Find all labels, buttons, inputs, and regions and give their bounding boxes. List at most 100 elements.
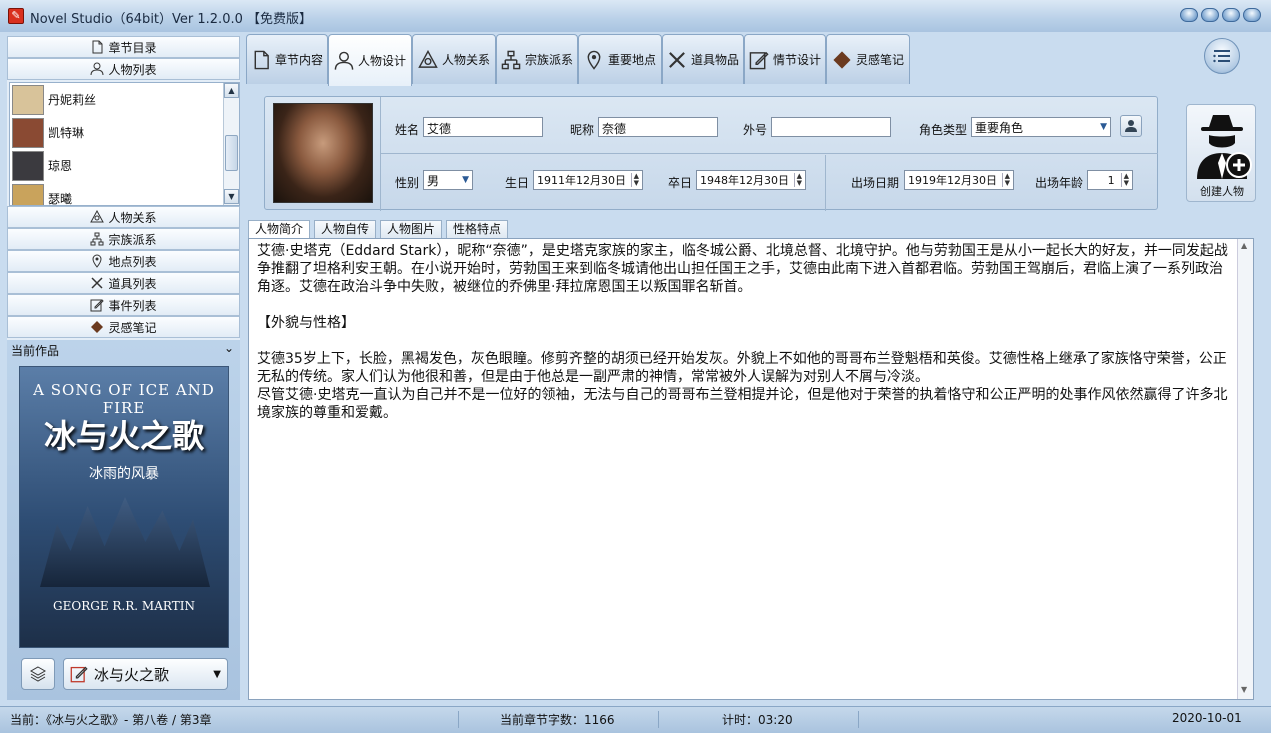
death-date-picker[interactable]: 1948年12月30日 ▲ ▼ (696, 170, 806, 190)
title-bar: ✎ Novel Studio（64bit）Ver 1.2.0.0 【免费版】 (0, 0, 1271, 32)
role-type-label: 角色类型 (919, 123, 968, 137)
scroll-up-icon[interactable]: ▲ (1241, 241, 1247, 250)
person-icon (334, 51, 354, 70)
scroll-thumb[interactable] (225, 135, 238, 171)
spinner-icon[interactable]: ▲ ▼ (1001, 173, 1010, 187)
location-pin-icon (587, 50, 601, 70)
book-cover: A SONG OF ICE AND FIRE 冰与火之歌 冰雨的风暴 GEORG… (19, 366, 229, 648)
list-item[interactable]: 瑟曦 (10, 182, 239, 205)
sidebar-item-locations[interactable]: 地点列表 (7, 250, 240, 272)
tab-relations[interactable]: 人物关系 (412, 34, 496, 84)
subtab-pictures[interactable]: 人物图片 (380, 220, 443, 239)
tab-locations[interactable]: 重要地点 (578, 34, 662, 84)
divider (458, 711, 459, 728)
content-editor[interactable]: 艾德·史塔克（Eddard Stark），昵称“奈德”，是史塔克家族的家主，临冬… (248, 238, 1254, 700)
gender-select[interactable]: 男 ▼ (423, 170, 473, 190)
menu-button[interactable] (1204, 38, 1240, 74)
subtab-autobiography[interactable]: 人物自传 (314, 220, 377, 239)
layers-button[interactable] (21, 658, 55, 690)
current-work-panel: 当前作品 ⌄ A SONG OF ICE AND FIRE 冰与火之歌 冰雨的风… (7, 340, 240, 700)
gender-value: 男 (427, 173, 440, 188)
sidebar-item-chapters[interactable]: 章节目录 (7, 36, 240, 58)
appear-date-picker[interactable]: 1919年12月30日 ▲ ▼ (904, 170, 1014, 190)
app-logo-icon: ✎ (8, 8, 24, 24)
crossed-swords-icon (669, 51, 685, 68)
work-select[interactable]: 冰与火之歌 ▼ (63, 658, 228, 690)
nickname-label: 昵称 (570, 123, 595, 137)
avatar (12, 150, 44, 181)
sidebar-item-label: 宗族派系 (108, 232, 157, 247)
select-person-button[interactable] (1120, 115, 1142, 137)
tab-label: 重要地点 (607, 53, 656, 67)
list-item[interactable]: 丹妮莉丝 (10, 83, 239, 116)
divider (380, 97, 381, 211)
sidebar-item-label: 事件列表 (108, 298, 157, 313)
crossed-swords-icon (91, 277, 104, 289)
appear-age-spinner[interactable]: 1 ▲ ▼ (1087, 170, 1133, 190)
cover-castle-image (40, 497, 210, 587)
birth-label: 生日 (505, 176, 530, 190)
dropdown-arrow-icon: ▼ (462, 175, 469, 185)
subtab-profile[interactable]: 人物简介 (248, 220, 311, 239)
divider (380, 153, 1158, 154)
alias-input[interactable] (771, 117, 891, 137)
character-list[interactable]: 丹妮莉丝 凯特琳 琼恩 瑟曦 ▲ ▼ (9, 82, 240, 206)
gender-label: 性别 (395, 176, 420, 190)
maximize-button[interactable] (1222, 8, 1240, 22)
sidebar-item-relations[interactable]: 人物关系 (7, 206, 240, 228)
list-item[interactable]: 琼恩 (10, 149, 239, 182)
sidebar-item-events[interactable]: 事件列表 (7, 294, 240, 316)
sidebar-item-label: 章节目录 (108, 40, 157, 55)
list-menu-icon (1213, 50, 1230, 63)
spy-add-user-icon (1197, 115, 1252, 179)
character-name: 凯特琳 (48, 126, 85, 140)
appear-date-label: 出场日期 (851, 176, 900, 190)
tab-items[interactable]: 道具物品 (662, 34, 744, 84)
create-character-button[interactable]: 创建人物 (1186, 104, 1256, 202)
nickname-input[interactable]: 奈德 (598, 117, 718, 137)
name-input[interactable]: 艾德 (423, 117, 543, 137)
dropdown-arrow-icon: ▼ (213, 668, 221, 680)
birth-date-picker[interactable]: 1911年12月30日 ▲ ▼ (533, 170, 643, 190)
content-paragraph: 艾德35岁上下，长脸，黑褐发色，灰色眼瞳。修剪齐整的胡须已经开始发灰。外貌上不如… (257, 351, 1227, 385)
spinner-icon[interactable]: ▲ ▼ (793, 173, 802, 187)
cover-title: 冰与火之歌 (43, 417, 204, 455)
list-item[interactable]: 凯特琳 (10, 116, 239, 149)
sidebar-item-clans[interactable]: 宗族派系 (7, 228, 240, 250)
relation-icon (418, 49, 438, 68)
tab-inspiration-notes[interactable]: 灵感笔记 (826, 34, 910, 84)
tab-plot-design[interactable]: 情节设计 (744, 34, 826, 84)
status-bar: 当前：《冰与火之歌》- 第八卷 / 第3章 当前章节字数：1166 计时：03:… (0, 706, 1271, 733)
scroll-down-icon[interactable]: ▼ (1241, 685, 1247, 694)
close-button[interactable] (1243, 8, 1261, 22)
main-tabs: 章节内容 人物设计 人物关系 宗族派系 重要地点 道具物品 情节设计 灵感笔记 (246, 34, 1266, 86)
edit-note-icon (90, 299, 105, 312)
divider (658, 711, 659, 728)
tab-character-design[interactable]: 人物设计 (328, 34, 412, 86)
skin-button[interactable] (1180, 8, 1198, 22)
character-list-scrollbar[interactable]: ▲ ▼ (223, 83, 239, 205)
sidebar-item-notes[interactable]: 灵感笔记 (7, 316, 240, 338)
sidebar-item-characters[interactable]: 人物列表 (7, 58, 240, 80)
spinner-icon[interactable]: ▲ ▼ (630, 173, 639, 187)
sidebar-item-items[interactable]: 道具列表 (7, 272, 240, 294)
status-current-work: 当前：《冰与火之歌》- 第八卷 / 第3章 (10, 713, 212, 727)
role-type-select[interactable]: 重要角色 ▼ (971, 117, 1111, 137)
editor-scrollbar[interactable]: ▲ ▼ (1237, 239, 1253, 699)
person-icon (1125, 120, 1137, 132)
document-icon (254, 50, 269, 69)
scroll-down-icon[interactable]: ▼ (224, 189, 239, 204)
tab-label: 道具物品 (690, 53, 739, 67)
sidebar-item-label: 地点列表 (108, 254, 157, 269)
tab-clans[interactable]: 宗族派系 (496, 34, 578, 84)
character-photo[interactable] (273, 103, 373, 203)
minimize-button[interactable] (1201, 8, 1219, 22)
spinner-icon[interactable]: ▲ ▼ (1120, 173, 1129, 187)
scroll-up-icon[interactable]: ▲ (224, 83, 239, 98)
tab-label: 宗族派系 (524, 53, 573, 67)
diamond-icon (833, 50, 851, 69)
chevron-down-icon[interactable]: ⌄ (224, 341, 234, 355)
tab-chapter-content[interactable]: 章节内容 (246, 34, 328, 84)
divider (825, 155, 826, 211)
subtab-traits[interactable]: 性格特点 (446, 220, 509, 239)
